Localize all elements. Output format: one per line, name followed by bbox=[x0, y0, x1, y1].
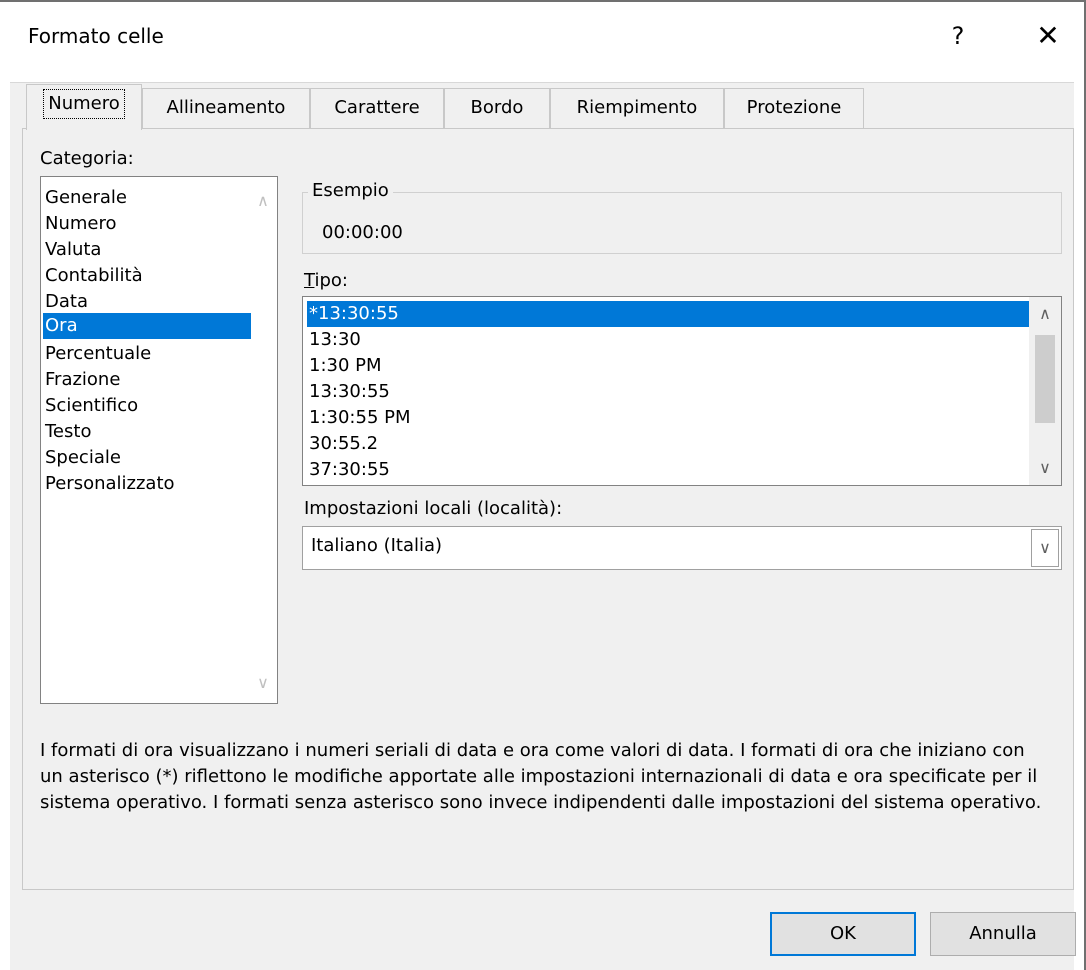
type-item[interactable]: 1:30:55 PM bbox=[307, 405, 1031, 431]
category-item-contabilita[interactable]: Contabilità bbox=[43, 263, 251, 289]
tab-riempimento[interactable]: Riempimento bbox=[550, 88, 724, 128]
category-item-data[interactable]: Data bbox=[43, 289, 251, 315]
tab-protezione[interactable]: Protezione bbox=[724, 88, 864, 128]
close-button[interactable]: ✕ bbox=[1030, 18, 1066, 54]
category-label: Categoria: bbox=[40, 148, 134, 169]
category-item-personalizzato[interactable]: Personalizzato bbox=[43, 471, 251, 497]
sample-value: 00:00:00 bbox=[322, 222, 403, 243]
category-item-generale[interactable]: Generale bbox=[43, 185, 251, 211]
tab-allineamento[interactable]: Allineamento bbox=[142, 88, 310, 128]
ok-button[interactable]: OK bbox=[770, 912, 916, 956]
category-list[interactable]: Generale Numero Valuta Contabilità Data … bbox=[40, 176, 278, 704]
locale-value: Italiano (Italia) bbox=[311, 535, 443, 556]
category-item-percentuale[interactable]: Percentuale bbox=[43, 341, 251, 367]
window-top-border bbox=[0, 0, 1086, 2]
tab-numero[interactable]: Numero bbox=[26, 84, 142, 130]
type-label: Tipo: bbox=[304, 270, 348, 291]
type-item[interactable]: 37:30:55 bbox=[307, 457, 1031, 483]
type-item[interactable]: 13:30 bbox=[307, 327, 1031, 353]
chevron-up-icon[interactable]: ∧ bbox=[253, 191, 273, 211]
type-item[interactable]: 30:55.2 bbox=[307, 431, 1031, 457]
category-item-ora[interactable]: Ora bbox=[43, 313, 251, 339]
help-button[interactable]: ? bbox=[946, 18, 970, 54]
type-item[interactable]: 13:30:55 bbox=[307, 379, 1031, 405]
category-item-testo[interactable]: Testo bbox=[43, 419, 251, 445]
locale-select[interactable]: Italiano (Italia) ∨ bbox=[302, 526, 1062, 570]
chevron-down-icon[interactable]: ∨ bbox=[1031, 529, 1059, 567]
tab-carattere[interactable]: Carattere bbox=[310, 88, 444, 128]
dialog-title: Formato celle bbox=[28, 24, 164, 48]
category-item-numero[interactable]: Numero bbox=[43, 211, 251, 237]
type-list-scrollbar[interactable]: ∧ ∨ bbox=[1029, 297, 1061, 485]
type-item[interactable]: *13:30:55 bbox=[307, 301, 1031, 327]
scrollbar-thumb[interactable] bbox=[1035, 335, 1055, 423]
tab-label: Numero bbox=[43, 89, 125, 119]
chevron-down-icon[interactable]: ∨ bbox=[253, 673, 273, 693]
cancel-button[interactable]: Annulla bbox=[930, 912, 1076, 956]
tab-bordo[interactable]: Bordo bbox=[444, 88, 550, 128]
chevron-down-icon[interactable]: ∨ bbox=[1029, 451, 1061, 485]
locale-label: Impostazioni locali (località): bbox=[304, 498, 563, 519]
category-item-scientifico[interactable]: Scientifico bbox=[43, 393, 251, 419]
type-list[interactable]: *13:30:55 13:30 1:30 PM 13:30:55 1:30:55… bbox=[302, 296, 1062, 486]
type-item[interactable]: 1:30 PM bbox=[307, 353, 1031, 379]
sample-legend: Esempio bbox=[308, 180, 393, 201]
format-description: I formati di ora visualizzano i numeri s… bbox=[40, 740, 1042, 813]
sample-group bbox=[302, 192, 1062, 254]
category-item-frazione[interactable]: Frazione bbox=[43, 367, 251, 393]
chevron-up-icon[interactable]: ∧ bbox=[1029, 297, 1061, 331]
category-item-valuta[interactable]: Valuta bbox=[43, 237, 251, 263]
category-item-speciale[interactable]: Speciale bbox=[43, 445, 251, 471]
